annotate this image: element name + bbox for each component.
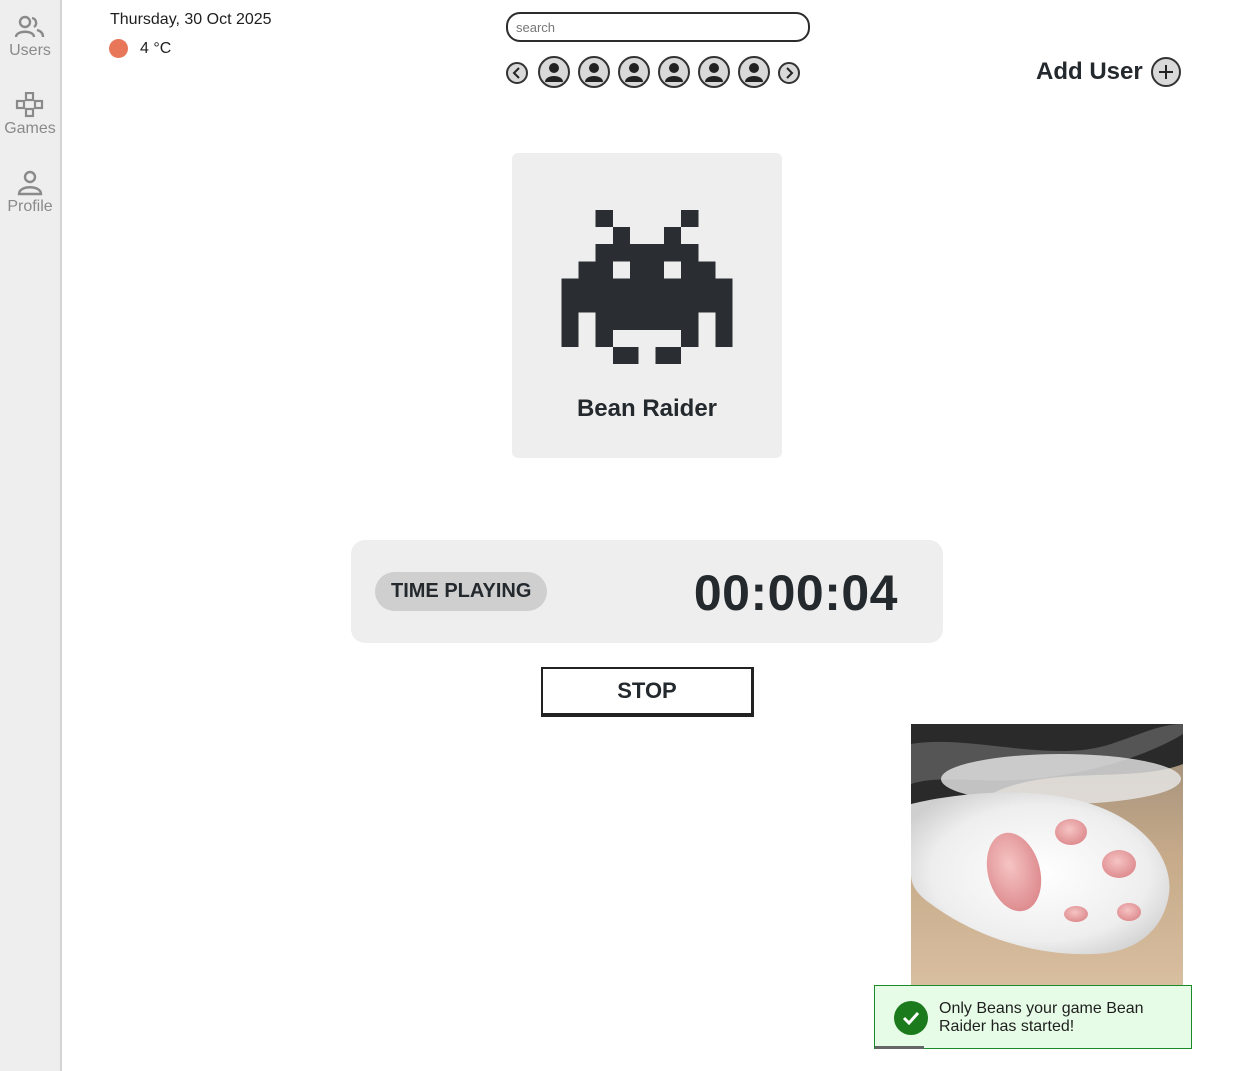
gamepad-icon — [15, 92, 44, 118]
cat-paw-photo — [911, 724, 1183, 986]
carousel-next-button[interactable] — [778, 62, 800, 84]
search-input[interactable] — [506, 12, 810, 42]
sidebar-item-label: Profile — [7, 198, 53, 215]
timer-value: 00:00:04 — [693, 565, 898, 621]
current-date: Thursday, 30 Oct 2025 — [110, 11, 272, 28]
weather-indicator-icon — [109, 39, 128, 58]
avatar-icon — [585, 63, 603, 82]
toast-message: Only Beans your game Bean Raider has sta… — [939, 1000, 1144, 1035]
sidebar: Users Games Profile — [0, 0, 62, 1071]
user-avatar[interactable] — [738, 56, 770, 88]
user-avatar[interactable] — [538, 56, 570, 88]
space-invader-icon — [561, 210, 733, 364]
avatar-icon — [625, 63, 643, 82]
sidebar-item-label: Users — [9, 42, 51, 59]
stop-button[interactable]: STOP — [541, 667, 754, 717]
avatar-icon — [665, 63, 683, 82]
user-avatar[interactable] — [578, 56, 610, 88]
carousel-prev-button[interactable] — [506, 62, 528, 84]
avatar-icon — [705, 63, 723, 82]
weather-widget: 4 °C — [109, 39, 171, 58]
user-avatar[interactable] — [658, 56, 690, 88]
play-timer-panel: TIME PLAYING 00:00:04 — [351, 540, 943, 643]
timer-label: TIME PLAYING — [375, 572, 548, 611]
game-card[interactable]: Bean Raider — [512, 153, 782, 458]
plus-icon — [1150, 57, 1181, 87]
sidebar-item-games[interactable]: Games — [0, 92, 60, 138]
sidebar-item-users[interactable]: Users — [0, 14, 60, 60]
users-icon — [14, 15, 45, 38]
chevron-right-icon — [786, 67, 794, 79]
avatar-icon — [745, 63, 763, 82]
sidebar-item-profile[interactable]: Profile — [0, 170, 60, 216]
chevron-left-icon — [512, 67, 520, 79]
add-user-button[interactable]: Add User — [1036, 57, 1181, 87]
user-avatar[interactable] — [698, 56, 730, 88]
avatar-icon — [545, 63, 563, 82]
add-user-label: Add User — [1036, 58, 1143, 85]
check-circle-icon — [894, 1001, 928, 1035]
person-icon — [17, 170, 43, 196]
toast-progress-bar — [875, 1046, 924, 1049]
user-avatar[interactable] — [618, 56, 650, 88]
game-title: Bean Raider — [576, 395, 718, 422]
temperature: 4 °C — [140, 39, 172, 57]
sidebar-item-label: Games — [4, 120, 56, 137]
toast-notification[interactable]: Only Beans your game Bean Raider has sta… — [874, 985, 1192, 1049]
